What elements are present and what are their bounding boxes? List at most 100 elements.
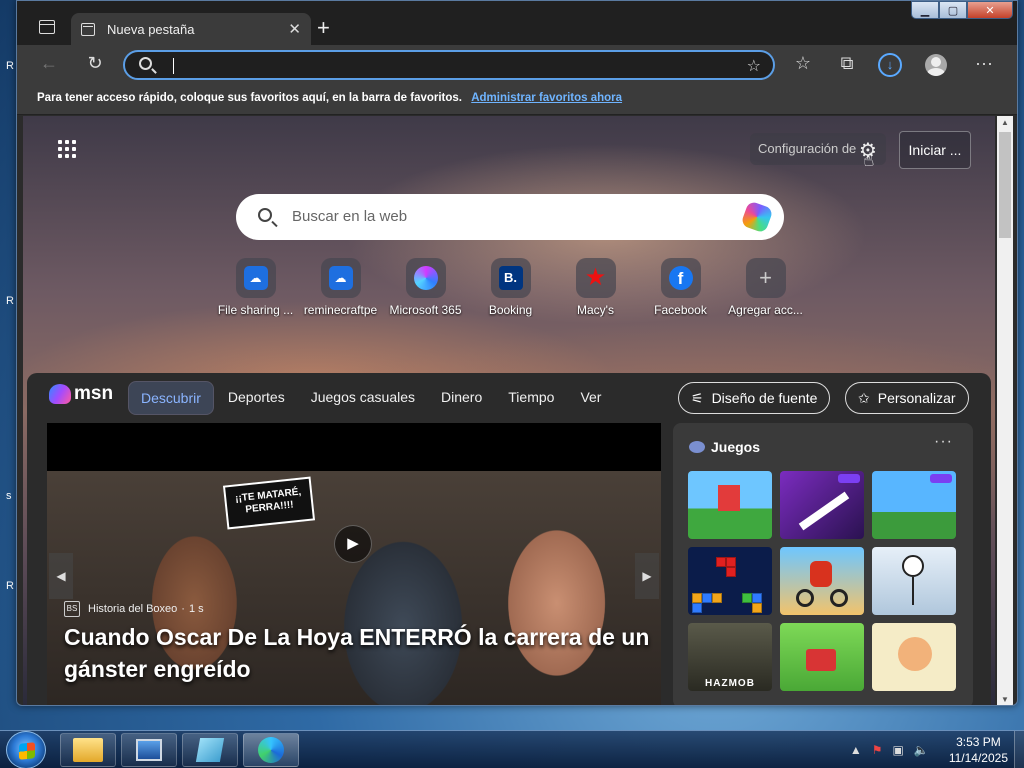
- downloads-icon[interactable]: ↓: [878, 53, 902, 77]
- taskbar-explorer[interactable]: [60, 733, 116, 767]
- more-menu-icon[interactable]: ···: [972, 53, 996, 74]
- show-hidden-icons-icon[interactable]: ▲: [850, 743, 862, 757]
- facebook-icon: f: [668, 266, 693, 290]
- taskbar-edge[interactable]: [243, 733, 299, 767]
- search-icon: [258, 208, 272, 222]
- scroll-up-arrow-icon[interactable]: ▲: [997, 118, 1013, 127]
- network-icon[interactable]: ▣: [893, 743, 904, 757]
- game-tile[interactable]: [872, 623, 956, 691]
- folder-icon: [73, 738, 103, 762]
- tab-juegos-casuales[interactable]: Juegos casuales: [299, 381, 427, 415]
- clock-date: 11/14/2025: [948, 751, 1008, 765]
- game-tile[interactable]: [872, 547, 956, 615]
- tetris-block: [726, 567, 736, 577]
- signin-button[interactable]: Iniciar ...: [899, 131, 971, 169]
- game-tile[interactable]: [872, 471, 956, 539]
- customize-button[interactable]: ✩ Personalizar: [845, 382, 969, 414]
- favorites-icon[interactable]: ☆: [791, 53, 815, 74]
- quick-link-label: Microsoft 365: [389, 303, 462, 317]
- page-scrollbar[interactable]: ▲ ▼: [997, 116, 1013, 705]
- taskbar-app-2[interactable]: [121, 733, 177, 767]
- tetris-block: [742, 593, 752, 603]
- game-tile[interactable]: HAZMOB: [688, 623, 772, 691]
- clock-time: 3:53 PM: [956, 735, 1001, 749]
- tab-dinero[interactable]: Dinero: [429, 381, 494, 415]
- manage-favorites-link[interactable]: Administrar favoritos ahora: [471, 92, 622, 104]
- games-more-icon[interactable]: ···: [934, 433, 953, 451]
- tab-deportes[interactable]: Deportes: [216, 381, 297, 415]
- clock[interactable]: 3:53 PM 11/14/2025: [949, 734, 1008, 766]
- hero-title[interactable]: Cuando Oscar De La Hoya ENTERRÓ la carre…: [64, 621, 654, 685]
- show-desktop-button[interactable]: [1014, 731, 1024, 768]
- game-art: [798, 491, 850, 531]
- hero-video-card[interactable]: ¡¡TE MATARÉ, PERRA!!!! ▶ ◀ ▶ BS Historia…: [47, 423, 661, 705]
- quick-link[interactable]: ☁ File sharing ...: [213, 258, 298, 317]
- tab-ver[interactable]: Ver: [568, 381, 613, 415]
- scroll-down-arrow-icon[interactable]: ▼: [997, 695, 1013, 704]
- back-arrow-icon[interactable]: ←: [37, 53, 61, 74]
- favorites-bar-text: Para tener acceso rápido, coloque sus fa…: [37, 92, 463, 104]
- stickman-body: [912, 577, 914, 605]
- tab-actions-icon[interactable]: [39, 20, 55, 34]
- quick-link[interactable]: Microsoft 365: [383, 258, 468, 317]
- scroll-thumb[interactable]: [999, 132, 1011, 238]
- game-tile[interactable]: [780, 547, 864, 615]
- booking-icon: B.: [498, 266, 523, 290]
- tab-tiempo[interactable]: Tiempo: [496, 381, 566, 415]
- tetris-block: [712, 593, 722, 603]
- game-tile[interactable]: [780, 623, 864, 691]
- msn-logo[interactable]: msn: [49, 383, 113, 405]
- game-art: [806, 649, 836, 671]
- tab-close-icon[interactable]: ✕: [288, 20, 301, 38]
- carousel-prev-button[interactable]: ◀: [49, 553, 73, 599]
- close-window-button[interactable]: ✕: [967, 1, 1013, 19]
- address-bar[interactable]: ☆: [123, 50, 775, 80]
- play-icon[interactable]: ▶: [334, 525, 372, 563]
- quick-link[interactable]: ★ Macy's: [553, 258, 638, 317]
- copilot-icon[interactable]: [740, 200, 774, 234]
- add-favorite-icon[interactable]: ☆: [747, 56, 761, 76]
- font-design-label: Diseño de fuente: [711, 390, 818, 406]
- collections-icon[interactable]: ⧉: [835, 53, 859, 74]
- games-header: Juegos: [689, 439, 760, 455]
- favorites-bar: Para tener acceso rápido, coloque sus fa…: [17, 85, 1017, 115]
- games-icon: [689, 441, 705, 453]
- action-center-flag-icon[interactable]: ⚑: [872, 743, 883, 757]
- start-button[interactable]: [6, 731, 46, 768]
- quick-link-label: reminecraftpe: [303, 303, 378, 317]
- game-tile[interactable]: [688, 547, 772, 615]
- desktop-icon-edge: R: [6, 60, 14, 72]
- profile-avatar[interactable]: [925, 54, 947, 76]
- feed-tabs: Descubrir Deportes Juegos casuales Diner…: [128, 381, 615, 415]
- tab-strip: Nueva pestaña ✕ +: [17, 1, 1017, 45]
- tetris-block: [726, 557, 736, 567]
- game-tile[interactable]: [780, 471, 864, 539]
- taskbar-app-3[interactable]: [182, 733, 238, 767]
- msn-feed: msn Descubrir Deportes Juegos casuales D…: [27, 373, 991, 705]
- quick-link[interactable]: ☁ reminecraftpe: [298, 258, 383, 317]
- stickman-head: [902, 555, 924, 577]
- refresh-icon[interactable]: ↻: [83, 53, 107, 74]
- desktop-icon-edge: R: [6, 295, 14, 307]
- games-title: Juegos: [711, 439, 761, 455]
- font-design-button[interactable]: ⚟ Diseño de fuente: [678, 382, 831, 414]
- quick-link-add[interactable]: + Agregar acc...: [723, 258, 808, 317]
- quick-link[interactable]: f Facebook: [638, 258, 723, 317]
- source-logo-icon: BS: [64, 601, 80, 617]
- web-search-box[interactable]: Buscar en la web: [236, 194, 784, 240]
- tetris-block: [692, 603, 702, 613]
- carousel-next-button[interactable]: ▶: [635, 553, 659, 599]
- msn-butterfly-icon: [49, 384, 71, 404]
- plus-icon: +: [759, 265, 772, 290]
- maximize-button[interactable]: ▢: [939, 1, 967, 19]
- quick-link[interactable]: B. Booking: [468, 258, 553, 317]
- game-tile[interactable]: [688, 471, 772, 539]
- tab-descubrir[interactable]: Descubrir: [128, 381, 214, 415]
- volume-muted-icon[interactable]: 🔈: [914, 743, 929, 757]
- app-launcher-icon[interactable]: [58, 140, 76, 158]
- tab-new-tab[interactable]: Nueva pestaña ✕: [71, 13, 311, 45]
- quick-link-label: Booking: [488, 303, 533, 317]
- tetris-block: [752, 603, 762, 613]
- minimize-button[interactable]: ▁: [911, 1, 939, 19]
- new-tab-button[interactable]: +: [317, 17, 330, 39]
